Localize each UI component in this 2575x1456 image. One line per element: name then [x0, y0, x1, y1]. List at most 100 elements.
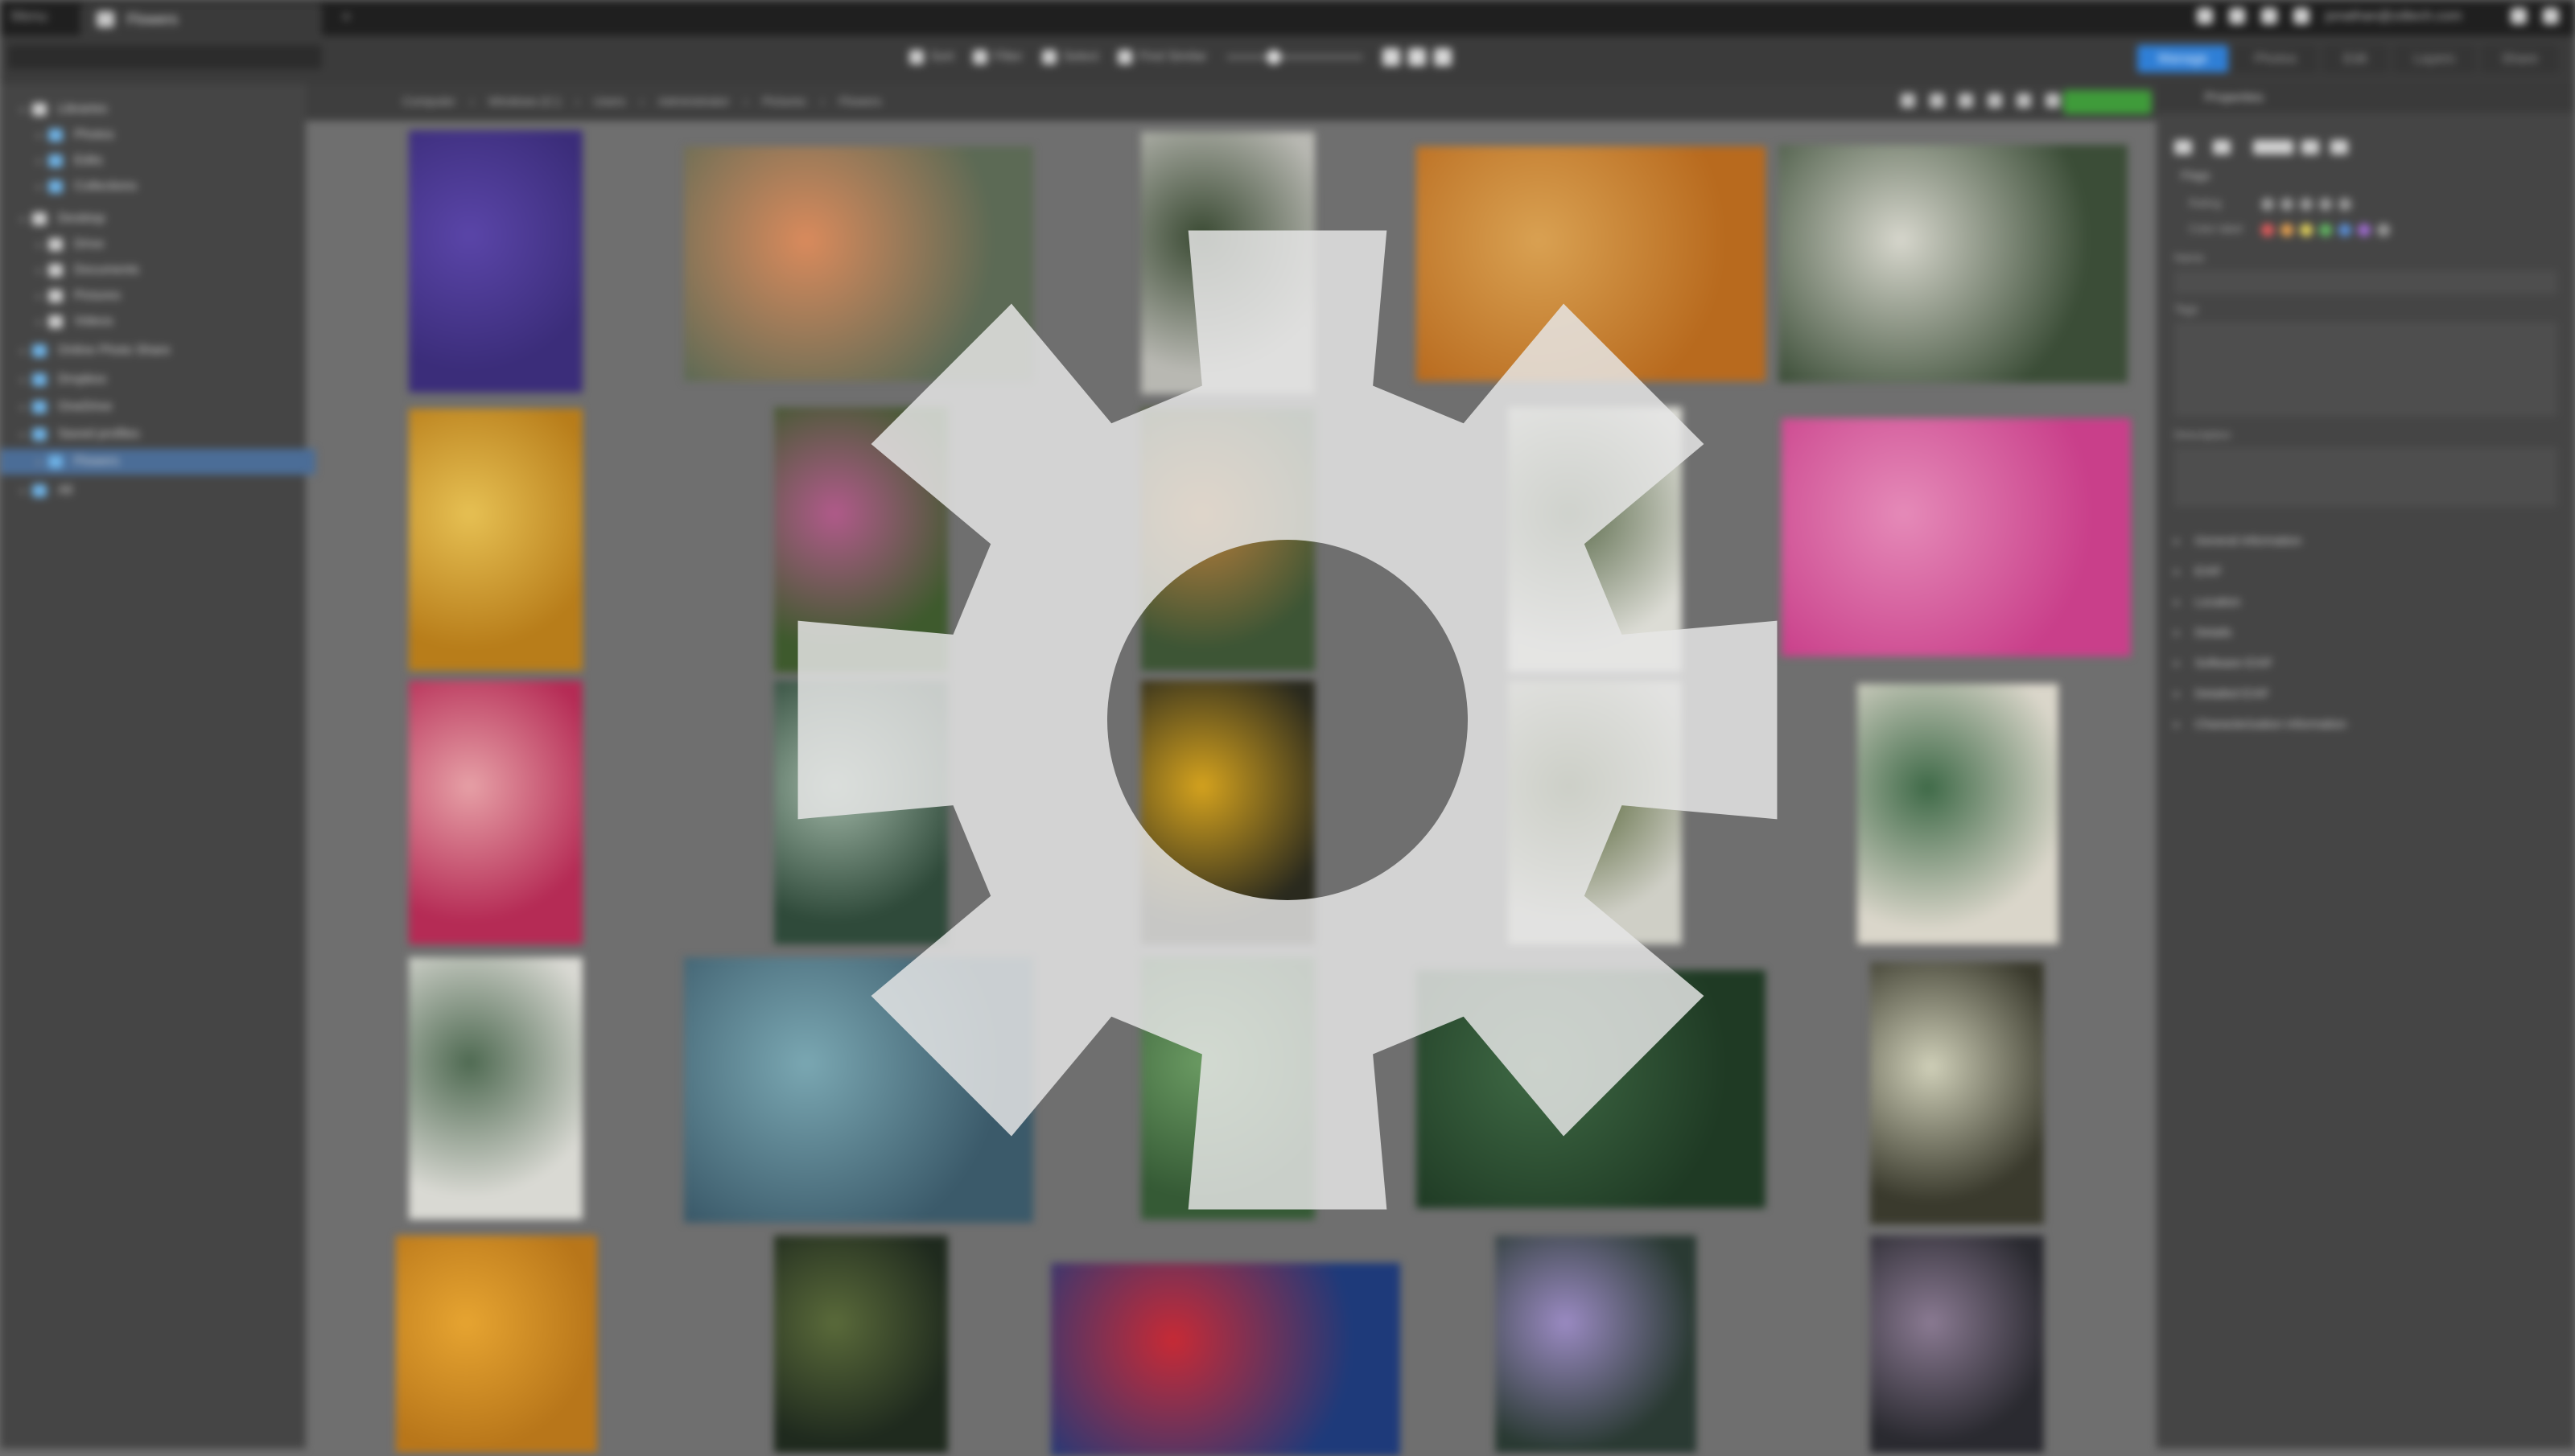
tab-layers[interactable]: Layers	[2392, 45, 2476, 72]
share-icon[interactable]	[2229, 8, 2245, 24]
thumbnail-size-slider[interactable]	[1226, 50, 1363, 64]
rotate-right-icon[interactable]	[1988, 93, 2002, 108]
copy-icon[interactable]	[1901, 93, 1915, 108]
color-label-swatches[interactable]	[2261, 224, 2390, 236]
expand-icon[interactable]: ▸	[37, 316, 48, 327]
thumbnail-hand-plant[interactable]	[774, 1236, 948, 1453]
rating-stars[interactable]	[2261, 198, 2351, 211]
metadata-section[interactable]: Detailed EXIF	[2168, 681, 2562, 708]
sidebar-item[interactable]: ▸ Pictures	[0, 283, 315, 309]
expand-icon[interactable]: ▸	[37, 155, 48, 167]
tab-edit[interactable]: Edit	[2322, 45, 2388, 72]
expand-icon[interactable]: ▸	[37, 239, 48, 250]
sidebar-item[interactable]: ▸ Edits	[0, 148, 315, 174]
metadata-section[interactable]: EXIF	[2168, 558, 2562, 586]
breadcrumb-item[interactable]: Windows (C:)	[488, 95, 561, 109]
forward-icon[interactable]	[2213, 140, 2231, 154]
sidebar-item[interactable]: ▸ Drive	[0, 232, 315, 257]
sidebar-item[interactable]: ▸ OneDrive	[0, 394, 299, 420]
breadcrumb-item[interactable]: Pictures	[762, 95, 805, 109]
color-swatch[interactable]	[2261, 224, 2274, 236]
thumbnail-daisies[interactable]	[1778, 145, 2128, 383]
window-tab[interactable]: Flowers	[80, 3, 322, 35]
expand-icon[interactable]: ▸	[21, 485, 32, 496]
metadata-section[interactable]: Characterization Information	[2168, 711, 2562, 738]
expand-icon[interactable]: ▸	[37, 181, 48, 192]
breadcrumb-item[interactable]: Flowers	[839, 95, 882, 109]
sidebar-item[interactable]: ▸ Online Photo Share	[0, 338, 299, 364]
thumbnail-green-stems[interactable]	[1857, 684, 2058, 944]
color-swatch[interactable]	[2280, 224, 2293, 236]
thumbnail-red-poppies[interactable]	[1051, 1263, 1400, 1456]
tab-manage[interactable]: Manage	[2136, 45, 2229, 72]
zoom-icon[interactable]	[2301, 140, 2319, 154]
tab-share[interactable]: Share	[2480, 45, 2559, 72]
back-icon[interactable]	[2174, 140, 2192, 154]
delete-icon[interactable]	[2017, 93, 2031, 108]
search-input[interactable]	[8, 45, 322, 69]
expand-icon[interactable]: ▸	[37, 265, 48, 276]
sidebar-item[interactable]: ▸ All	[0, 478, 299, 504]
expand-icon[interactable]: ▸	[21, 345, 32, 356]
help-icon[interactable]	[2511, 8, 2527, 24]
sidebar-item[interactable]: ▸ Desktop	[0, 206, 299, 232]
name-field[interactable]	[2174, 270, 2557, 294]
color-swatch[interactable]	[2358, 224, 2371, 236]
tags-field[interactable]	[2174, 322, 2557, 417]
import-button[interactable]	[2063, 90, 2152, 114]
move-icon[interactable]	[1930, 93, 1944, 108]
star-icon[interactable]	[2338, 198, 2351, 211]
menu-button[interactable]: Menu	[11, 8, 47, 25]
new-tab-icon[interactable]: +	[341, 6, 352, 27]
account-email[interactable]: jonathan@zdtech.com	[2326, 8, 2495, 24]
sidebar-item[interactable]: ▸ Documents	[0, 257, 315, 283]
sidebar-item[interactable]: ▸ Dropbox	[0, 367, 299, 393]
metadata-section[interactable]: Software EXIF	[2168, 650, 2562, 677]
metadata-section[interactable]: Details	[2168, 619, 2562, 647]
color-swatch[interactable]	[2338, 224, 2351, 236]
user-icon[interactable]	[2293, 8, 2309, 24]
star-icon[interactable]	[2261, 198, 2274, 211]
notification-icon[interactable]	[2197, 8, 2213, 24]
thumbnail-yellow-flowers-hands[interactable]	[409, 409, 583, 671]
sidebar-item[interactable]: ▸ Photos	[0, 122, 315, 148]
expand-icon[interactable]: ▸	[21, 213, 32, 224]
sidebar-item[interactable]: ▸ Saved profiles	[0, 422, 299, 447]
find-similar-button[interactable]: Find Similar	[1118, 50, 1207, 64]
star-icon[interactable]	[2280, 198, 2293, 211]
flags-section[interactable]: Flags	[2181, 169, 2210, 183]
sidebar-item[interactable]: ▸ Flowers	[0, 449, 315, 475]
metadata-section[interactable]: Location	[2168, 589, 2562, 616]
thumbnail-purple-aster[interactable]	[1495, 1236, 1696, 1453]
sidebar-item[interactable]: ▸ Libraries	[0, 97, 299, 122]
expand-icon[interactable]: ▸	[21, 429, 32, 440]
breadcrumb-item[interactable]: Administrator	[658, 95, 729, 109]
star-icon[interactable]	[2300, 198, 2313, 211]
tab-photos[interactable]: Photos	[2233, 45, 2318, 72]
sidebar-item[interactable]: ▸ Videos	[0, 309, 315, 335]
expand-icon[interactable]: ▸	[37, 456, 48, 467]
compare-icon[interactable]	[2253, 140, 2293, 154]
info-icon[interactable]	[2261, 8, 2277, 24]
thumbnail-palm-leaf[interactable]	[409, 957, 583, 1220]
detail-view-icon[interactable]	[1433, 48, 1452, 66]
metadata-section[interactable]: General Information	[2168, 528, 2562, 555]
color-swatch[interactable]	[2377, 224, 2390, 236]
color-swatch[interactable]	[2319, 224, 2332, 236]
more-icon[interactable]	[2046, 93, 2060, 108]
filter-button[interactable]: Filter	[973, 50, 1023, 64]
thumbnail-pink-blossom[interactable]	[1782, 418, 2131, 656]
thumbnail-daisy-dark[interactable]	[1870, 962, 2044, 1224]
description-field[interactable]	[2174, 447, 2557, 507]
star-icon[interactable]	[2319, 198, 2332, 211]
sidebar-item[interactable]: ▸ Collections	[0, 174, 315, 199]
rotate-left-icon[interactable]	[1959, 93, 1973, 108]
select-button[interactable]: Select	[1041, 50, 1098, 64]
grid-view-icon[interactable]	[1382, 48, 1400, 66]
thumbnail-dark-succulents[interactable]	[1870, 1236, 2044, 1453]
color-swatch[interactable]	[2300, 224, 2313, 236]
thumbnail-purple-hydrangea[interactable]	[409, 130, 583, 393]
expand-icon[interactable]: ▸	[21, 104, 32, 115]
breadcrumb-item[interactable]: Computer	[402, 95, 455, 109]
crop-icon[interactable]	[2330, 140, 2348, 154]
